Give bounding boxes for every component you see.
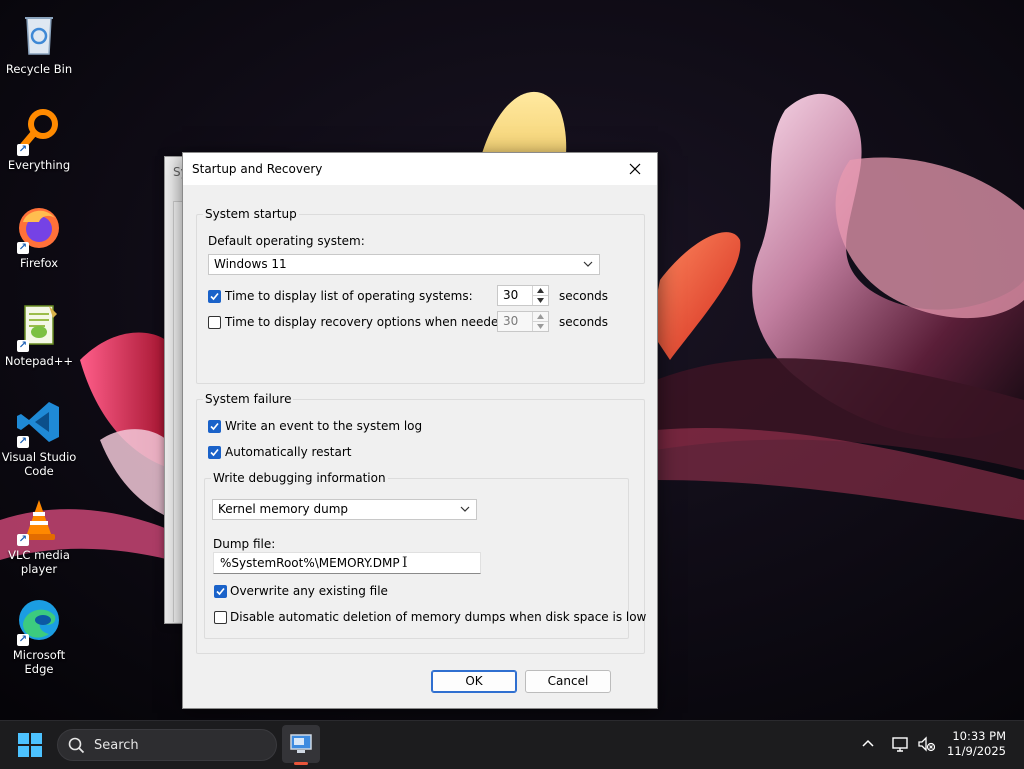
disable-auto-delete-checkbox[interactable] [214,611,227,624]
disable-auto-delete-label: Disable automatic deletion of memory dum… [230,610,647,624]
desktop-icon-everything[interactable]: ↗ Everything [0,106,78,172]
desktop-icon-edge[interactable]: ↗ Microsoft Edge [0,596,78,676]
taskbar: Search 10:33 PM 11/9/2025 [0,720,1024,769]
display-recovery-seconds-spinner[interactable]: 30 [497,311,549,332]
display-recovery-label: Time to display recovery options when ne… [225,315,511,329]
spin-up-button[interactable] [533,312,548,322]
desktop-icon-label: Everything [7,158,71,172]
dump-file-label: Dump file: [213,537,276,551]
spin-down-button[interactable] [533,296,548,305]
checkmark-icon [210,422,219,431]
chevron-up-icon[interactable] [861,737,875,751]
display-list-seconds-spinner[interactable]: 30 [497,285,549,306]
overwrite-checkbox[interactable] [214,585,227,598]
desktop-icon-label: Firefox [19,256,59,270]
desktop-icon-label: Notepad++ [4,354,74,368]
taskbar-clock[interactable]: 10:33 PM 11/9/2025 [947,729,1006,759]
dump-type-value: Kernel memory dump [218,502,348,516]
display-recovery-unit: seconds [559,315,609,329]
desktop-icon-firefox[interactable]: ↗ Firefox [0,204,78,270]
chevron-down-icon [537,298,544,303]
taskbar-app-system-properties[interactable] [282,725,320,763]
start-button[interactable] [18,733,42,757]
checkmark-icon [216,587,225,596]
display-recovery-seconds-value: 30 [503,314,519,328]
display-list-label: Time to display list of operating system… [225,289,473,303]
display-recovery-checkbox[interactable] [208,316,221,329]
shortcut-arrow-icon: ↗ [17,340,29,352]
default-os-select[interactable]: Windows 11 [208,254,600,275]
desktop-icon-notepad-plus-plus[interactable]: ↗ Notepad++ [0,302,78,368]
vscode-icon: ↗ [15,398,63,448]
dump-file-value: %SystemRoot%\MEMORY.DMP [220,556,400,570]
shortcut-arrow-icon: ↗ [17,534,29,546]
default-os-label: Default operating system: [208,234,365,248]
debug-info-group-label: Write debugging information [211,471,388,485]
everything-search-icon: ↗ [15,106,63,156]
search-icon [68,737,85,754]
taskbar-search-box[interactable]: Search [57,729,277,761]
shortcut-arrow-icon: ↗ [17,144,29,156]
desktop-icon-label: Microsoft Edge [12,648,66,676]
clock-time: 10:33 PM [952,729,1006,743]
network-icon[interactable] [891,735,909,753]
windows-logo-icon [18,733,42,757]
desktop-icon-vlc[interactable]: ↗ VLC media player [0,496,78,576]
display-list-unit: seconds [559,289,609,303]
volume-muted-icon[interactable] [917,735,935,753]
shortcut-arrow-icon: ↗ [17,242,29,254]
desktop-icon-label: VLC media player [8,548,70,576]
desktop-icon-recycle-bin[interactable]: Recycle Bin [0,10,78,76]
display-list-seconds-value: 30 [503,288,519,302]
checkmark-icon [210,448,219,457]
edge-icon: ↗ [15,596,63,646]
shortcut-arrow-icon: ↗ [17,634,29,646]
system-startup-group-label: System startup [203,207,299,221]
overwrite-label: Overwrite any existing file [230,584,388,598]
dump-type-select[interactable]: Kernel memory dump [212,499,477,520]
startup-recovery-dialog: Startup and Recovery System startup Defa… [182,152,658,709]
dump-file-input[interactable]: %SystemRoot%\MEMORY.DMP I [213,552,481,574]
chevron-down-icon [460,506,470,512]
chevron-up-icon [537,314,544,319]
cancel-button[interactable]: Cancel [525,670,611,693]
recycle-bin-icon [15,10,63,58]
write-event-checkbox[interactable] [208,420,221,433]
search-placeholder: Search [94,738,139,753]
firefox-icon: ↗ [15,204,63,254]
chevron-down-icon [537,324,544,329]
auto-restart-label: Automatically restart [225,445,352,459]
vlc-icon: ↗ [15,496,63,546]
ok-button[interactable]: OK [431,670,517,693]
close-button[interactable] [613,153,657,185]
shortcut-arrow-icon: ↗ [17,436,29,448]
chevron-down-icon [583,261,593,267]
system-properties-icon [290,734,312,753]
system-failure-group-label: System failure [203,392,294,406]
default-os-value: Windows 11 [214,257,287,271]
notepad-plus-plus-icon: ↗ [15,302,63,352]
dialog-title: Startup and Recovery [192,162,323,176]
desktop-icon-vscode[interactable]: ↗ Visual Studio Code [0,398,78,478]
text-cursor-icon: I [402,555,408,571]
clock-date: 11/9/2025 [947,744,1006,758]
active-app-indicator [294,762,308,765]
spin-down-button[interactable] [533,322,548,331]
desktop-icon-label: Recycle Bin [5,62,73,76]
write-event-label: Write an event to the system log [225,419,423,433]
desktop-icon-label: Visual Studio Code [1,450,77,478]
auto-restart-checkbox[interactable] [208,446,221,459]
display-list-checkbox[interactable] [208,290,221,303]
chevron-up-icon [537,288,544,293]
spin-up-button[interactable] [533,286,548,296]
dialog-titlebar[interactable]: Startup and Recovery [183,153,657,185]
checkmark-icon [210,292,219,301]
close-icon [629,163,641,175]
